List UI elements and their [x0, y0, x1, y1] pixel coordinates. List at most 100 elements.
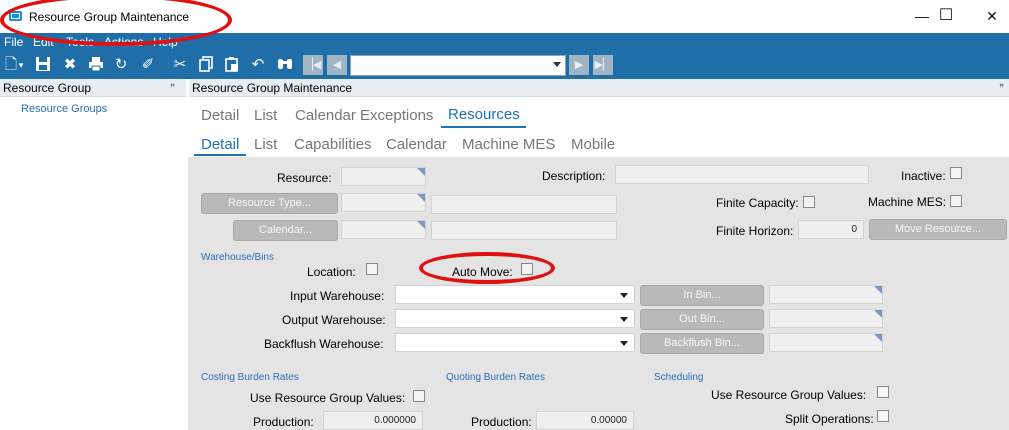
subtab-detail[interactable]: Detail	[201, 136, 239, 153]
title-bar: Resource Group Maintenance — ☐ ✕	[0, 0, 1009, 33]
finite-capacity-checkbox[interactable]	[803, 196, 815, 208]
resource-type-field[interactable]	[341, 193, 426, 212]
menu-file[interactable]: File	[4, 35, 23, 49]
main-panel-header: Resource Group Maintenance ꟸ	[189, 79, 1009, 97]
toolbar: 🗋 ▾ ✖ ↻ ✐ ✂ ↶ ▕◀ ◀ ▶ ▶▏	[0, 52, 1009, 79]
backflush-bin-button[interactable]: Backflush Bin...	[640, 333, 764, 354]
quoting-production-label: Production:	[471, 415, 532, 429]
pin-icon[interactable]: ꟸ	[999, 82, 1004, 93]
scheduling-section: Scheduling	[654, 372, 704, 383]
previous-record-button[interactable]: ◀	[327, 55, 347, 75]
window-title: Resource Group Maintenance	[29, 10, 190, 24]
backflush-warehouse-label: Backflush Warehouse:	[264, 337, 384, 351]
use-resource-group-values-checkbox[interactable]	[413, 390, 425, 402]
inactive-checkbox[interactable]	[950, 167, 962, 179]
chevron-down-icon	[620, 293, 628, 298]
subtab-detail-underline	[194, 154, 246, 156]
costing-production-label: Production:	[253, 415, 314, 429]
menu-help[interactable]: Help	[153, 35, 178, 49]
calendar-button[interactable]: Calendar...	[233, 220, 338, 241]
move-resource-button[interactable]: Move Resource...	[869, 219, 1007, 240]
subtab-calendar[interactable]: Calendar	[386, 136, 447, 153]
subtab-capabilities[interactable]: Capabilities	[294, 136, 372, 153]
menu-bar: File Edit Tools Actions Help	[0, 33, 1009, 52]
auto-move-label: Auto Move:	[452, 265, 513, 279]
location-label: Location:	[307, 265, 356, 279]
resource-type-description-field[interactable]	[431, 195, 617, 214]
finite-capacity-label: Finite Capacity:	[716, 196, 799, 210]
split-operations-checkbox[interactable]	[877, 410, 889, 422]
backflush-bin-field[interactable]	[769, 333, 883, 352]
resource-type-button[interactable]: Resource Type...	[201, 193, 338, 214]
pin-icon[interactable]: ꟸ	[170, 82, 175, 93]
undo-icon[interactable]: ↶	[249, 56, 267, 74]
delete-icon[interactable]: ✖	[61, 56, 79, 74]
inactive-label: Inactive:	[901, 169, 946, 183]
subtab-list[interactable]: List	[254, 136, 277, 153]
description-label: Description:	[542, 169, 606, 183]
menu-edit[interactable]: Edit	[33, 35, 54, 49]
machine-mes-label: Machine MES:	[868, 195, 947, 209]
search-icon[interactable]	[276, 56, 294, 74]
resource-field[interactable]	[341, 167, 426, 186]
chevron-down-icon	[620, 341, 628, 346]
quoting-production-field[interactable]: 0.00000	[536, 411, 634, 430]
tab-resources[interactable]: Resources	[448, 106, 520, 123]
first-record-button[interactable]: ▕◀	[303, 55, 323, 75]
finite-horizon-label: Finite Horizon:	[716, 224, 794, 238]
clear-icon[interactable]: ✐	[139, 56, 157, 74]
maximize-button[interactable]: ☐	[923, 4, 969, 28]
warehouse-bins-section: Warehouse/Bins	[201, 252, 274, 263]
in-bin-field[interactable]	[769, 285, 883, 304]
tab-list[interactable]: List	[254, 107, 277, 124]
input-warehouse-select[interactable]	[395, 285, 635, 304]
out-bin-field[interactable]	[769, 309, 883, 328]
use-resource-group-values-label: Use Resource Group Values:	[250, 391, 406, 405]
cut-icon[interactable]: ✂	[171, 56, 189, 74]
output-warehouse-select[interactable]	[395, 309, 635, 328]
main-panel-title: Resource Group Maintenance	[192, 81, 353, 95]
record-navigation-combo[interactable]	[350, 55, 566, 76]
refresh-icon[interactable]: ↻	[112, 56, 130, 74]
tab-calendar-exceptions[interactable]: Calendar Exceptions	[295, 107, 433, 124]
save-icon[interactable]	[34, 56, 52, 74]
tree-node-resource-groups[interactable]: Resource Groups	[21, 103, 107, 115]
menu-actions[interactable]: Actions	[104, 35, 143, 49]
print-icon[interactable]	[87, 56, 105, 74]
tab-detail[interactable]: Detail	[201, 107, 239, 124]
split-operations-label: Split Operations:	[785, 412, 874, 426]
sched-use-resource-group-values-label: Use Resource Group Values:	[711, 388, 867, 402]
calendar-description-field[interactable]	[431, 221, 617, 240]
resource-label: Resource:	[277, 171, 332, 185]
tree-panel-header: Resource Group ꟸ	[0, 79, 186, 97]
machine-mes-checkbox[interactable]	[950, 195, 962, 207]
in-bin-button[interactable]: In Bin...	[640, 285, 764, 306]
out-bin-button[interactable]: Out Bin...	[640, 309, 764, 330]
location-checkbox[interactable]	[366, 263, 378, 275]
tree-panel: Resource Groups	[0, 97, 186, 430]
next-record-button[interactable]: ▶	[569, 55, 589, 75]
chevron-down-icon	[620, 317, 628, 322]
close-button[interactable]: ✕	[969, 4, 1009, 28]
tab-resources-underline	[441, 126, 526, 128]
calendar-field[interactable]	[341, 220, 426, 239]
auto-move-checkbox[interactable]	[521, 263, 533, 275]
subtab-mobile[interactable]: Mobile	[571, 136, 615, 153]
output-warehouse-label: Output Warehouse:	[282, 313, 386, 327]
input-warehouse-label: Input Warehouse:	[290, 289, 385, 303]
new-dropdown-icon[interactable]: ▾	[16, 56, 26, 74]
subtab-machine-mes[interactable]: Machine MES	[462, 136, 555, 153]
costing-production-field[interactable]: 0.000000	[323, 411, 423, 430]
copy-icon[interactable]	[197, 56, 215, 74]
chevron-down-icon	[553, 62, 561, 67]
tree-panel-title: Resource Group	[3, 81, 92, 95]
last-record-button[interactable]: ▶▏	[593, 55, 613, 75]
app-icon	[9, 11, 22, 21]
menu-tools[interactable]: Tools	[66, 35, 94, 49]
finite-horizon-field[interactable]: 0	[798, 220, 864, 239]
description-field[interactable]	[615, 165, 869, 184]
backflush-warehouse-select[interactable]	[395, 333, 635, 352]
paste-icon[interactable]	[223, 56, 241, 74]
costing-burden-rates-section: Costing Burden Rates	[201, 372, 299, 383]
sched-use-resource-group-values-checkbox[interactable]	[877, 386, 889, 398]
